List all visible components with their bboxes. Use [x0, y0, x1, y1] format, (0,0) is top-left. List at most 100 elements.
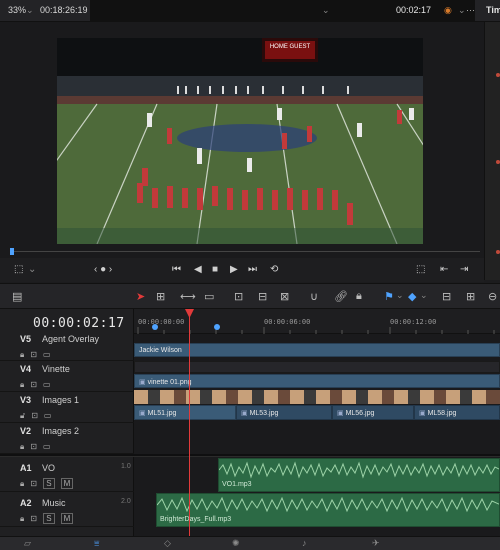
- source-timecode: 00:18:26:19: [40, 5, 88, 15]
- record-timecode: 00:02:17: [396, 5, 432, 15]
- playhead[interactable]: [189, 309, 190, 544]
- lock-icon[interactable]: 🔒︎: [20, 442, 24, 452]
- zoom-custom-icon[interactable]: ⊖: [488, 290, 497, 303]
- auto-select-icon[interactable]: ⊡: [30, 380, 37, 389]
- track-name[interactable]: VO: [42, 463, 55, 473]
- ruler-tick-label: 00:00:06:00: [264, 318, 311, 326]
- marker-icon[interactable]: ◆: [408, 290, 416, 303]
- clip-a1[interactable]: VO1.mp3: [218, 458, 500, 492]
- trim-tool-icon[interactable]: ⊞: [156, 290, 165, 303]
- clip-v2[interactable]: ▣ ML53.jpg: [236, 405, 332, 420]
- blade-tool-icon[interactable]: ▭: [204, 290, 214, 303]
- track-name[interactable]: Vinette: [42, 364, 70, 374]
- track-name[interactable]: Images 1: [42, 395, 79, 405]
- page-navigation-bar: ▱ ⩸ ◇ ✺ ♪ ✈: [0, 536, 500, 550]
- zoom-level[interactable]: 33%: [8, 5, 26, 15]
- viewer-options-icon[interactable]: ⬚: [14, 264, 23, 275]
- track-toggle-icon[interactable]: ▭: [44, 411, 52, 420]
- track-header-v2[interactable]: V2 Images 2 🔒︎ ⊡ ▭: [0, 423, 134, 454]
- zoom-chevron-icon[interactable]: ⌄: [26, 5, 34, 16]
- clip-v2[interactable]: ▣ ML56.jpg: [332, 405, 414, 420]
- flag-icon[interactable]: ⚑: [384, 290, 394, 303]
- ruler-tick-label: 00:00:00:00: [138, 318, 185, 326]
- track-name[interactable]: Agent Overlay: [42, 334, 99, 344]
- snapping-icon[interactable]: ∪: [310, 290, 318, 303]
- lock-icon[interactable]: 🔒︎: [20, 350, 24, 360]
- timeline-timecode[interactable]: 00:00:02:17: [33, 316, 125, 331]
- football-field-image: [57, 38, 423, 244]
- chevron-down-icon[interactable]: ⌄: [420, 290, 428, 301]
- chevron-down-icon[interactable]: ⌄: [396, 290, 404, 301]
- clip-v2[interactable]: ▣ ML51.jpg: [134, 405, 236, 420]
- viewer-scrubber[interactable]: [0, 247, 484, 257]
- clip-label: BrighterDays_Full.mp3: [160, 516, 232, 523]
- fairlight-page-icon[interactable]: ♪: [302, 538, 307, 548]
- timeline-dropdown-icon[interactable]: ⌄: [322, 5, 330, 16]
- lock-icon[interactable]: 🔒︎: [20, 514, 24, 524]
- replace-clip-icon[interactable]: ⊠: [280, 290, 289, 303]
- zoom-detail-icon[interactable]: ⊞: [466, 290, 475, 303]
- prev-edit-icon[interactable]: ⇤: [440, 264, 448, 275]
- track-toggle-icon[interactable]: ▭: [43, 442, 51, 451]
- track-toggle-icon[interactable]: ▭: [43, 350, 51, 359]
- track-header-a2[interactable]: A2 Music 2.0 🔒︎ ⊡ S M: [0, 492, 134, 527]
- image-icon: ▣: [419, 410, 428, 417]
- deliver-page-icon[interactable]: ✈: [372, 538, 380, 549]
- track-id: A1: [20, 463, 32, 473]
- auto-select-icon[interactable]: ⊡: [30, 479, 37, 488]
- media-page-icon[interactable]: ▱: [24, 538, 31, 549]
- auto-select-icon[interactable]: ⊡: [30, 442, 37, 451]
- track-header-a1[interactable]: A1 VO 1.0 🔒︎ ⊡ S M: [0, 457, 134, 492]
- insert-clip-icon[interactable]: ⊡: [234, 290, 243, 303]
- selection-tool-icon[interactable]: ➤: [136, 290, 145, 303]
- track-toggle-icon[interactable]: ▭: [43, 380, 51, 389]
- lock-icon[interactable]: 🔒︎: [20, 380, 24, 390]
- auto-select-icon[interactable]: ⊡: [30, 350, 37, 359]
- track-name[interactable]: Images 2: [42, 426, 79, 436]
- clip-v2[interactable]: ▣ ML58.jpg: [414, 405, 500, 420]
- inspector-panel: [484, 22, 500, 280]
- fusion-page-icon[interactable]: ◇: [164, 538, 171, 549]
- color-page-icon[interactable]: ✺: [232, 538, 240, 549]
- video-frame[interactable]: HOME GUEST: [57, 38, 423, 244]
- next-edit-icon[interactable]: ⇥: [460, 264, 468, 275]
- go-to-start-icon[interactable]: ⏮: [172, 264, 181, 275]
- scrub-playhead[interactable]: [10, 248, 14, 255]
- zoom-to-fit-icon[interactable]: ⊟: [442, 290, 451, 303]
- chevron-down-icon[interactable]: ⌄: [28, 264, 36, 275]
- clip-a2[interactable]: BrighterDays_Full.mp3: [156, 493, 500, 527]
- track-id: A2: [20, 498, 32, 508]
- solo-button[interactable]: S: [42, 478, 55, 489]
- timeline-view-options-icon[interactable]: ▤: [12, 290, 22, 303]
- position-lock-icon[interactable]: 🔒︎: [356, 290, 362, 303]
- chevron-down-icon[interactable]: ⌄: [458, 5, 466, 16]
- lock-icon[interactable]: 🔒︎: [20, 479, 24, 489]
- track-name[interactable]: Music: [42, 498, 66, 508]
- track-header-v5[interactable]: V5 Agent Overlay 🔒︎ ⊡ ▭: [0, 331, 134, 361]
- track-header-v3[interactable]: V3 Images 1 🔓︎ ⊡ ▭: [0, 392, 134, 423]
- loop-icon[interactable]: ⟲: [270, 264, 278, 275]
- track-header-v4[interactable]: V4 Vinette 🔒︎ ⊡ ▭: [0, 361, 134, 392]
- edit-toolbar: ▤ ➤ ⊞ ⟷ ▭ ⊡ ⊟ ⊠ ∪ 🔗︎ 🔒︎ ⚑ ⌄ ◆ ⌄ ⊟ ⊞ ⊖: [0, 283, 500, 309]
- linked-selection-icon[interactable]: 🔗︎: [334, 290, 348, 303]
- stop-icon[interactable]: ■: [212, 264, 218, 275]
- play-icon[interactable]: ▶: [230, 264, 238, 275]
- dynamic-trim-icon[interactable]: ⟷: [180, 290, 196, 303]
- overwrite-clip-icon[interactable]: ⊟: [258, 290, 267, 303]
- render-cache-icon[interactable]: ◉: [444, 5, 452, 16]
- mute-button[interactable]: M: [60, 478, 73, 489]
- inspector-tab[interactable]: Tim: [486, 5, 500, 15]
- track-channel: 2.0: [121, 498, 131, 505]
- auto-select-icon[interactable]: ⊡: [31, 411, 38, 420]
- step-back-icon[interactable]: ◀: [194, 264, 202, 275]
- edit-page-icon[interactable]: ⩸: [94, 538, 99, 549]
- solo-button[interactable]: S: [42, 513, 55, 524]
- lock-icon[interactable]: 🔓︎: [20, 411, 25, 421]
- clip-label: ML56.jpg: [345, 410, 375, 417]
- jog-icon[interactable]: ‹ ● ›: [94, 264, 112, 275]
- auto-select-icon[interactable]: ⊡: [30, 514, 37, 523]
- go-to-end-icon[interactable]: ⏭: [248, 264, 257, 275]
- match-frame-icon[interactable]: ⬚: [416, 264, 425, 275]
- more-options-icon[interactable]: ···: [466, 5, 475, 15]
- mute-button[interactable]: M: [60, 513, 73, 524]
